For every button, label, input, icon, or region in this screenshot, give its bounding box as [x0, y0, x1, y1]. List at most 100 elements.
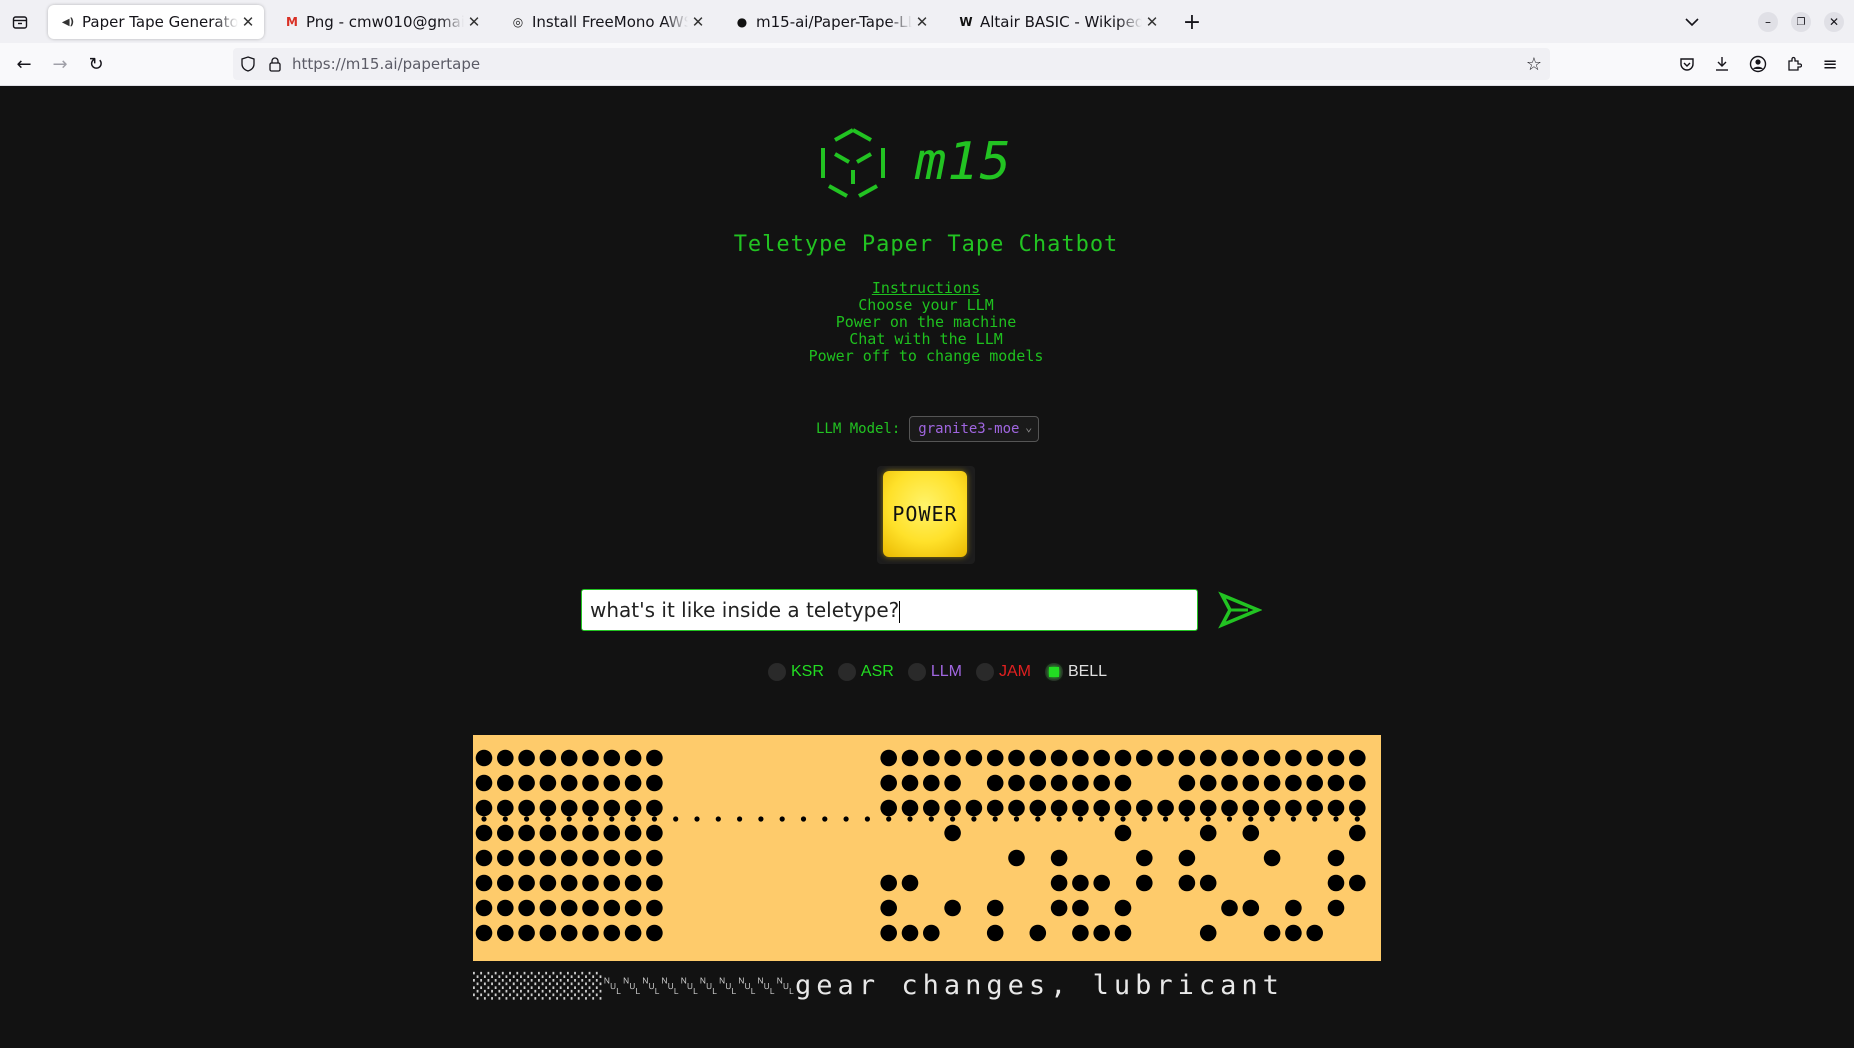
new-tab-button[interactable]: +	[1178, 8, 1206, 36]
tape-hole	[1285, 924, 1302, 942]
mode-ksr[interactable]: KSR	[768, 663, 824, 681]
tape-hole	[539, 849, 557, 867]
tape-hole	[1285, 799, 1302, 817]
sprocket-hole	[1205, 816, 1211, 822]
tape-hole	[603, 849, 621, 867]
close-tab-icon[interactable]: ✕	[912, 13, 932, 31]
mode-label: ASR	[860, 663, 894, 680]
reload-icon[interactable]: ↻	[82, 50, 110, 78]
tape-hole	[1327, 749, 1345, 767]
tape-hole	[901, 749, 919, 767]
tape-hole	[986, 899, 1004, 917]
mode-jam[interactable]: JAM	[975, 663, 1031, 681]
mode-label: KSR	[791, 663, 824, 680]
pocket-icon[interactable]	[1676, 53, 1698, 75]
forward-icon[interactable]: →	[46, 50, 74, 78]
tape-hole	[1178, 849, 1196, 867]
instruction-step: Power off to change models	[808, 347, 1044, 365]
tape-hole	[944, 749, 961, 767]
close-tab-icon[interactable]: ✕	[464, 13, 484, 31]
tape-hole	[497, 749, 514, 767]
url-text[interactable]: https://m15.ai/papertape	[292, 55, 480, 73]
sprocket-hole	[1333, 816, 1339, 822]
browser-tab[interactable]: ◀) Paper Tape Generator - M✕	[48, 5, 264, 39]
tab-overview-icon[interactable]	[6, 8, 34, 36]
github-icon: ●	[736, 15, 748, 29]
bookmark-star-icon[interactable]: ☆	[1523, 53, 1545, 75]
instructions-heading[interactable]: Instructions	[0, 280, 1852, 297]
sprocket-hole	[1248, 816, 1254, 822]
tape-hole	[1008, 749, 1025, 767]
browser-tab[interactable]: ● m15-ai/Paper-Tape-LLM ✕	[722, 5, 938, 39]
menu-icon[interactable]: ≡	[1819, 53, 1841, 75]
sprocket-hole	[928, 816, 934, 822]
tape-hole	[1263, 924, 1281, 942]
mode-label: BELL	[1067, 663, 1108, 680]
extensions-icon[interactable]	[1783, 53, 1805, 75]
mode-bell[interactable]: BELL	[1044, 663, 1108, 681]
shield-icon[interactable]	[238, 54, 258, 74]
close-tab-icon[interactable]: ✕	[1142, 13, 1162, 31]
downloads-icon[interactable]	[1711, 53, 1733, 75]
account-icon[interactable]	[1747, 53, 1769, 75]
tape-hole	[518, 874, 535, 892]
tape-hole	[560, 799, 578, 817]
tape-hole	[1136, 749, 1153, 767]
tape-hole	[1072, 874, 1089, 892]
sprocket-hole	[822, 816, 828, 822]
tape-text-readout: ░░░░░░░░░␀␀␀␀␀␀␀␀␀␀gear changes, lubrica…	[473, 970, 1473, 1001]
tape-hole	[1285, 774, 1302, 792]
tape-hole	[539, 924, 557, 942]
tape-hole	[1093, 774, 1110, 792]
tape-hole	[646, 774, 663, 792]
list-tabs-icon[interactable]	[1678, 8, 1706, 36]
tape-hole	[1114, 899, 1132, 917]
tape-hole	[1221, 749, 1238, 767]
power-button[interactable]: POWER	[883, 471, 967, 557]
tape-hole	[1221, 799, 1238, 817]
close-window-button[interactable]: ✕	[1824, 12, 1844, 32]
sprocket-hole	[1312, 816, 1318, 822]
sprocket-hole	[992, 816, 998, 822]
mode-llm[interactable]: LLM	[907, 663, 962, 681]
instruction-step: Choose your LLM	[858, 296, 994, 314]
sprocket-hole	[587, 816, 594, 822]
sprocket-hole	[886, 816, 892, 822]
tape-hole	[624, 899, 642, 917]
back-icon[interactable]: ←	[10, 50, 38, 78]
browser-tab[interactable]: ◎ Install FreeMono AWS Lin✕	[498, 5, 714, 39]
tape-hole	[1263, 799, 1281, 817]
tape-hole	[944, 799, 961, 817]
tape-hole	[1349, 749, 1366, 767]
tape-hole	[582, 924, 599, 942]
close-tab-icon[interactable]: ✕	[238, 13, 258, 31]
sprocket-hole	[502, 816, 508, 822]
power-housing: POWER	[877, 466, 975, 564]
tape-hole	[1029, 799, 1047, 817]
browser-tab[interactable]: W Altair BASIC - Wikipedia ✕	[946, 5, 1168, 39]
tape-hole	[582, 799, 599, 817]
tape-hole	[880, 799, 897, 817]
llm-model-select[interactable]: granite3-moe ⌄	[909, 416, 1040, 442]
indicator-light-icon	[1044, 663, 1063, 681]
send-icon[interactable]	[1218, 590, 1262, 630]
tape-hole	[1178, 774, 1196, 792]
sprocket-hole	[630, 816, 636, 822]
mode-asr[interactable]: ASR	[837, 663, 894, 681]
llm-model-value: granite3-moe	[918, 421, 1020, 437]
lock-icon[interactable]	[265, 54, 285, 74]
chat-input[interactable]: what's it like inside a teletype?	[581, 589, 1198, 631]
restore-button[interactable]: ❐	[1791, 12, 1811, 32]
power-button-label: POWER	[892, 502, 958, 526]
tape-hole	[539, 774, 557, 792]
tape-hole	[497, 899, 514, 917]
browser-tab[interactable]: M Png - cmw010@gmail.com✕	[272, 5, 490, 39]
tape-hole	[1157, 749, 1174, 767]
tape-hole	[1285, 749, 1302, 767]
tape-hole	[560, 824, 578, 842]
minimize-button[interactable]: –	[1758, 12, 1778, 32]
close-tab-icon[interactable]: ✕	[688, 13, 708, 31]
tape-hole	[1199, 749, 1217, 767]
tab-title: Png - cmw010@gmail.com	[306, 13, 464, 31]
tape-hole	[539, 749, 557, 767]
